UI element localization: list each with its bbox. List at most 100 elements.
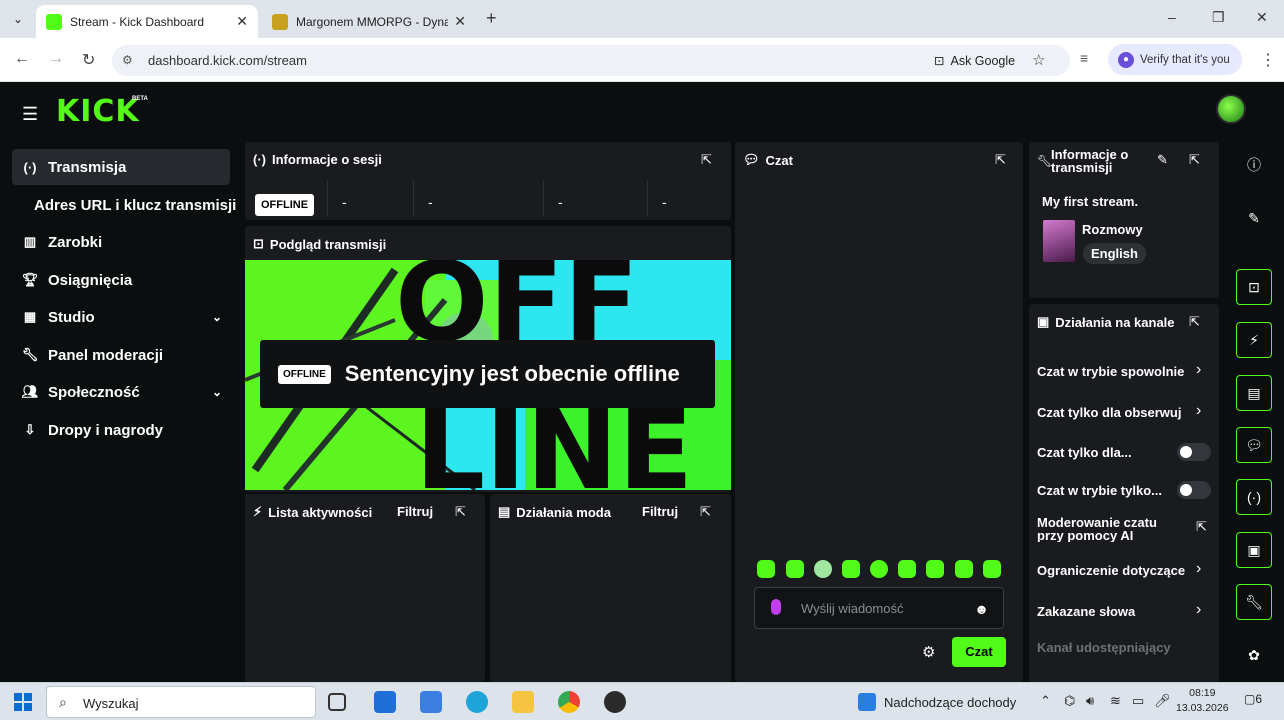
followers-only-item[interactable]: Czat tylko dla obserwuj bbox=[1037, 405, 1189, 420]
lightning-icon[interactable]: ⚡︎ bbox=[1236, 322, 1272, 358]
notification-center-icon[interactable]: ▢6 bbox=[1244, 692, 1262, 706]
widgets-icon[interactable]: ✿ bbox=[1236, 637, 1272, 673]
wrench-icon[interactable]: 🔧︎ bbox=[1236, 584, 1272, 620]
chevron-down-icon[interactable]: ⌄ bbox=[212, 310, 222, 324]
filter-button[interactable]: Filtruj bbox=[397, 504, 433, 519]
info-icon[interactable]: ⓘ bbox=[1236, 147, 1272, 183]
emote-icon[interactable] bbox=[814, 560, 832, 578]
new-tab-button[interactable]: + bbox=[486, 8, 497, 29]
address-bar[interactable]: ⚙ dashboard.kick.com/stream ⊡ Ask Google… bbox=[112, 45, 1070, 76]
verify-profile-button[interactable]: ● Verify that it's you bbox=[1108, 44, 1242, 75]
chat-settings-gear-icon[interactable]: ⚙ bbox=[922, 643, 935, 661]
outlook-icon[interactable] bbox=[374, 691, 396, 713]
tab-kick-dashboard[interactable]: Stream - Kick Dashboard ✕ bbox=[36, 5, 258, 38]
chevron-down-icon[interactable]: ⌄ bbox=[212, 385, 222, 399]
tab-search-dropdown-icon[interactable]: ⌄ bbox=[6, 8, 30, 30]
reload-icon[interactable]: ↻ bbox=[82, 50, 95, 70]
chevron-right-icon[interactable]: › bbox=[1196, 402, 1201, 420]
maximize-button[interactable]: ❐ bbox=[1212, 9, 1225, 26]
network-icon[interactable]: ⌬ bbox=[1064, 693, 1075, 709]
ai-moderation-item[interactable]: Moderowanie czatu przy pomocy AI bbox=[1037, 516, 1187, 542]
windows-start-icon[interactable] bbox=[14, 693, 32, 711]
emoji-icon[interactable]: ☻ bbox=[974, 601, 989, 617]
sidebar-item-osiagniecia[interactable]: 🏆︎ Osiągnięcia bbox=[12, 262, 230, 298]
filter-button[interactable]: Filtruj bbox=[642, 504, 678, 519]
emote-icon[interactable] bbox=[757, 560, 775, 578]
edit-pencil-icon[interactable]: ✎ bbox=[1157, 152, 1168, 168]
site-info-icon[interactable]: ⚙ bbox=[122, 53, 133, 67]
sidebar-item-transmisja[interactable]: (·) Transmisja bbox=[12, 149, 230, 185]
edit-pencil-icon[interactable]: ✎ bbox=[1236, 200, 1272, 236]
taskbar-clock[interactable]: 08:19 13.03.2026 bbox=[1176, 686, 1229, 716]
popout-icon[interactable]: ⇱ bbox=[1189, 314, 1200, 330]
popout-icon[interactable]: ⇱ bbox=[701, 152, 712, 168]
obs-icon[interactable] bbox=[604, 691, 626, 713]
close-window-button[interactable]: ✕ bbox=[1256, 9, 1268, 26]
sidebar-item-panel-moderacji[interactable]: 🔧︎ Panel moderacji bbox=[12, 337, 230, 373]
banned-words-item[interactable]: Zakazane słowa bbox=[1037, 604, 1189, 619]
store-icon[interactable] bbox=[420, 691, 442, 713]
sidebar-item-dropy[interactable]: ⇩ Dropy i nagrody bbox=[12, 412, 230, 448]
channel-actions-icon[interactable]: ▣ bbox=[1236, 532, 1272, 568]
chevron-up-icon[interactable]: ⌃ bbox=[1040, 693, 1051, 709]
chat-send-button[interactable]: Czat bbox=[952, 637, 1006, 667]
preview-icon[interactable]: ⊡ bbox=[1236, 269, 1272, 305]
restrictions-item[interactable]: Ograniczenie dotyczące bbox=[1037, 563, 1189, 578]
wifi-icon[interactable]: ≋ bbox=[1110, 693, 1121, 709]
microphone-icon[interactable]: 🎤︎ bbox=[1154, 693, 1171, 709]
emote-icon[interactable] bbox=[870, 560, 888, 578]
chevron-right-icon[interactable]: › bbox=[1196, 560, 1201, 578]
category-name[interactable]: Rozmowy bbox=[1082, 222, 1143, 237]
sidebar-item-studio[interactable]: ▦ Studio ⌄ bbox=[12, 299, 230, 335]
chevron-right-icon[interactable]: › bbox=[1196, 361, 1201, 379]
chevron-right-icon[interactable]: › bbox=[1196, 601, 1201, 619]
notification-count: 6 bbox=[1255, 692, 1263, 706]
chat-message-input[interactable]: Wyślij wiadomość ☻ bbox=[754, 587, 1004, 629]
taskbar-search-box[interactable]: ⌕ Wyszukaj bbox=[46, 686, 316, 718]
microphone-icon[interactable] bbox=[771, 599, 781, 615]
volume-icon[interactable]: 🔊︎ bbox=[1086, 693, 1094, 709]
emote-icon[interactable] bbox=[983, 560, 1001, 578]
forward-icon[interactable]: → bbox=[48, 50, 64, 68]
emote-icon[interactable] bbox=[926, 560, 944, 578]
activity-list-panel: ⚡︎ Lista aktywności Filtruj ⇱ bbox=[245, 494, 485, 682]
file-explorer-icon[interactable] bbox=[512, 691, 534, 713]
popout-icon[interactable]: ⇱ bbox=[700, 504, 711, 520]
external-link-icon[interactable]: ⇱ bbox=[1196, 519, 1207, 535]
popout-icon[interactable]: ⇱ bbox=[995, 152, 1006, 168]
close-tab-icon[interactable]: ✕ bbox=[236, 13, 248, 30]
kick-logo[interactable]: KICK bbox=[56, 94, 140, 129]
emote-icon[interactable] bbox=[842, 560, 860, 578]
tab-margonem[interactable]: Margonem MMORPG - Dynamic ✕ bbox=[262, 5, 476, 38]
user-avatar[interactable] bbox=[1216, 94, 1246, 124]
emote-only-toggle[interactable] bbox=[1177, 481, 1211, 499]
popout-icon[interactable]: ⇱ bbox=[1189, 152, 1200, 168]
chat-icon[interactable]: 💬︎ bbox=[1236, 427, 1272, 463]
slow-mode-item[interactable]: Czat w trybie spowolnie bbox=[1037, 364, 1189, 379]
sidebar-item-zarobki[interactable]: ▥ Zarobki bbox=[12, 224, 230, 260]
reading-list-icon[interactable]: ≡ bbox=[1080, 50, 1088, 66]
back-icon[interactable]: ← bbox=[14, 50, 30, 68]
url-text[interactable]: dashboard.kick.com/stream bbox=[148, 53, 307, 68]
sidebar-item-spolecznosc[interactable]: 👥︎ Społeczność ⌄ bbox=[12, 374, 230, 410]
ask-google-button[interactable]: ⊡ Ask Google bbox=[926, 49, 1023, 72]
document-icon[interactable]: ▤ bbox=[1236, 375, 1272, 411]
edge-icon[interactable] bbox=[466, 691, 488, 713]
battery-icon[interactable]: ▭ bbox=[1132, 693, 1144, 709]
emote-icon[interactable] bbox=[786, 560, 804, 578]
sidebar-subitem-url-key[interactable]: Adres URL i klucz transmisji bbox=[34, 197, 236, 214]
hamburger-menu-icon[interactable]: ☰ bbox=[22, 104, 38, 125]
browser-menu-icon[interactable]: ⋮ bbox=[1260, 50, 1276, 70]
subscribers-only-toggle[interactable] bbox=[1177, 443, 1211, 461]
popout-icon[interactable]: ⇱ bbox=[455, 504, 466, 520]
emote-icon[interactable] bbox=[955, 560, 973, 578]
minimize-button[interactable]: – bbox=[1168, 9, 1176, 25]
emote-icon[interactable] bbox=[898, 560, 916, 578]
close-tab-icon[interactable]: ✕ bbox=[454, 13, 466, 30]
task-view-icon[interactable] bbox=[328, 693, 346, 711]
chrome-icon[interactable] bbox=[558, 691, 580, 713]
broadcast-icon[interactable]: (·) bbox=[1236, 479, 1272, 515]
taskbar-news-widget[interactable]: Nadchodzące dochody bbox=[858, 693, 1016, 711]
offline-message-box: OFFLINE Sentencyjny jest obecnie offline bbox=[260, 340, 715, 408]
bookmark-star-icon[interactable]: ☆ bbox=[1032, 51, 1045, 69]
